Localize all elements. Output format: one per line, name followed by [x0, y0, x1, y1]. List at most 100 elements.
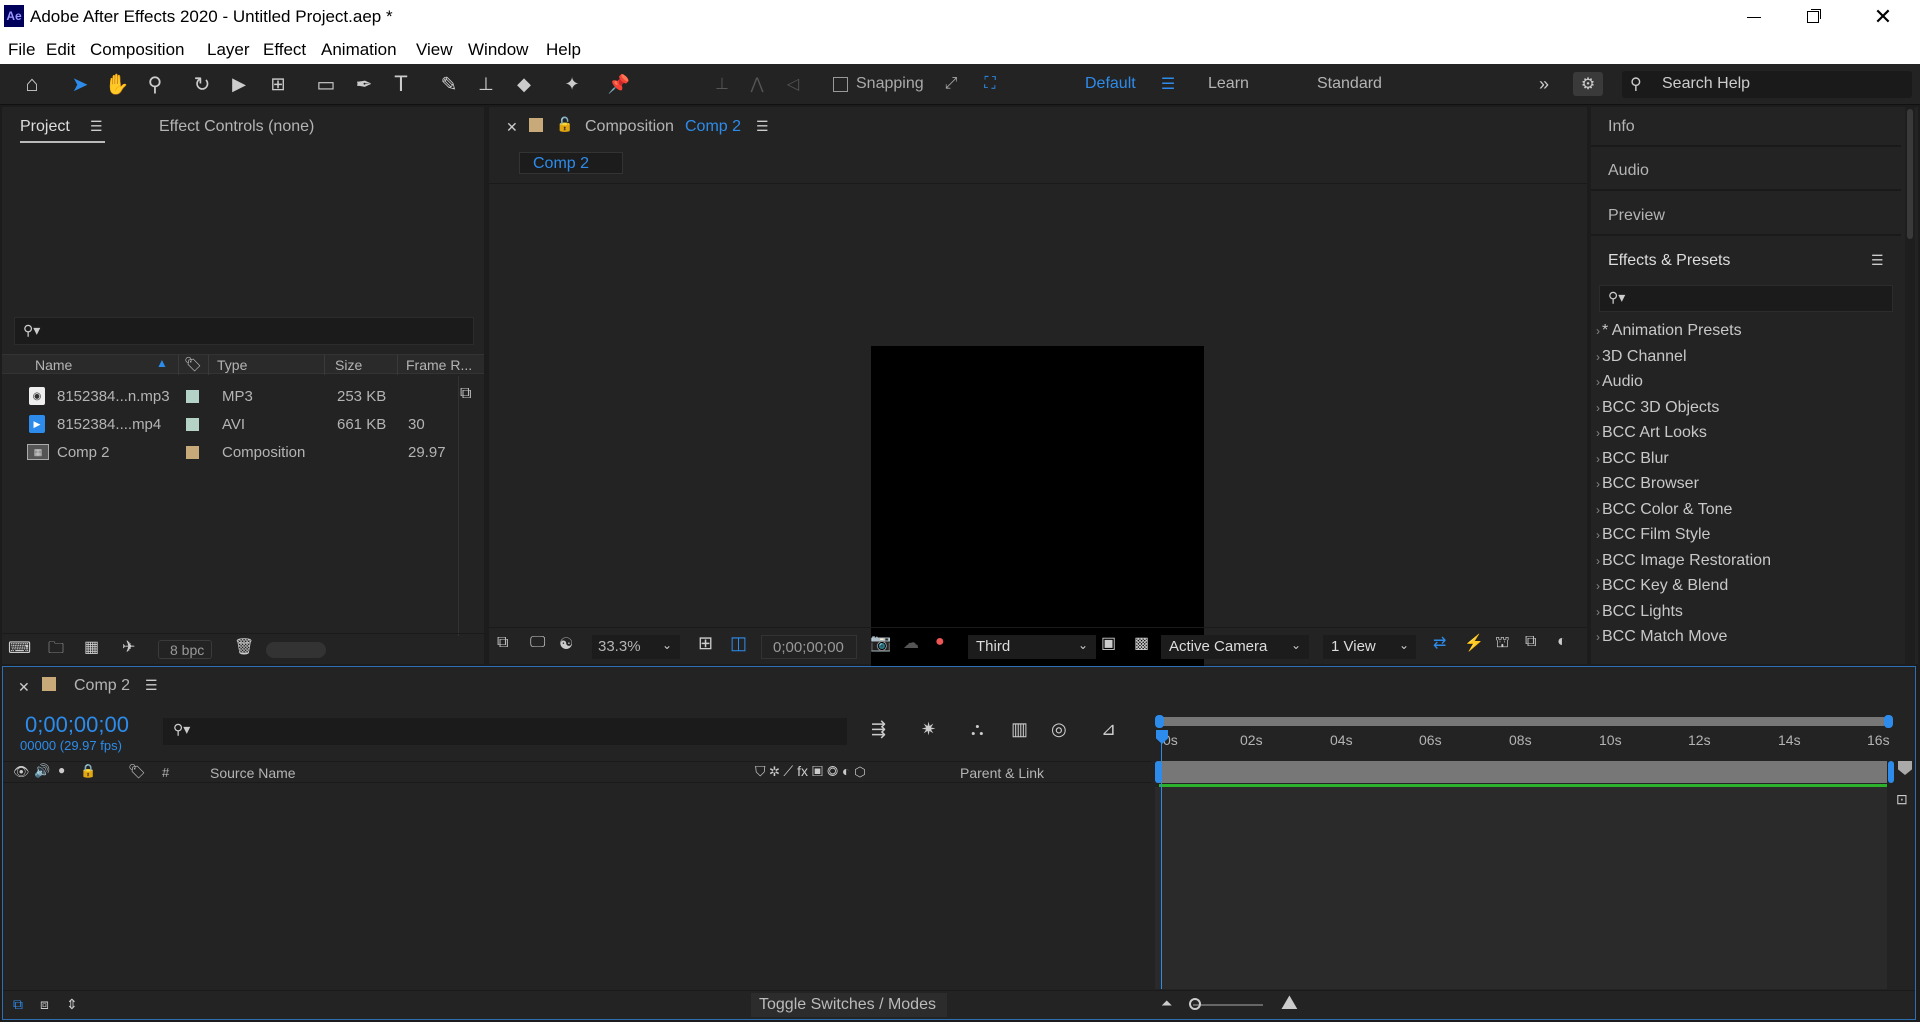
resolution-grid-icon[interactable]: ⊞ — [698, 633, 713, 654]
tab-project[interactable]: Project — [20, 118, 70, 136]
snap-feature-icon[interactable]: ⛶ — [976, 70, 1004, 98]
project-item-mp3[interactable]: ◉ 8152384...n.mp3 MP3 253 KB — [2, 384, 457, 410]
roto-brush-tool-icon[interactable]: ✦ — [558, 70, 586, 98]
views-dropdown[interactable]: 1 View ⌄ — [1323, 635, 1416, 659]
selection-tool-icon[interactable]: ➤ — [66, 70, 94, 98]
project-menu-icon[interactable]: ☰ — [90, 118, 103, 135]
more-workspaces-icon[interactable]: » — [1532, 70, 1556, 98]
effects-search-input[interactable]: ⚲▾ — [1599, 285, 1893, 312]
flowchart-view-icon[interactable]: ⧉ — [1525, 633, 1536, 651]
column-source-name[interactable]: Source Name — [210, 765, 296, 781]
menu-edit[interactable]: Edit — [46, 40, 75, 60]
workspace-menu-icon[interactable]: ☰ — [1158, 72, 1178, 96]
solo-icon[interactable]: ● — [58, 763, 65, 777]
interpret-footage-icon[interactable]: ⌨ — [8, 638, 31, 658]
effects-item[interactable]: BCC Key & Blend — [1602, 577, 1728, 595]
effects-item[interactable]: BCC Match Move — [1602, 628, 1727, 646]
effects-item[interactable]: Audio — [1602, 373, 1643, 391]
local-axis-icon[interactable]: ⊥ — [708, 70, 736, 98]
menu-window[interactable]: Window — [468, 40, 528, 60]
search-help-field[interactable]: ⚲ Search Help — [1622, 71, 1912, 98]
work-area-bar[interactable] — [1159, 717, 1887, 726]
effects-item[interactable]: BCC Image Restoration — [1602, 552, 1771, 570]
lock-icon[interactable]: 🔓 — [556, 116, 573, 133]
project-item-mp4[interactable]: ▶ 8152384....mp4 AVI 661 KB 30 — [2, 412, 457, 438]
zoom-out-icon[interactable]: ⏶ — [1161, 995, 1172, 1012]
menu-animation[interactable]: Animation — [321, 40, 397, 60]
draft-3d-icon[interactable]: ✷ — [921, 719, 936, 740]
column-name[interactable]: Name — [35, 357, 72, 373]
switches-icons[interactable]: ⛉ ✲ ⟋ fx ▣ ◎ ◐ ⬡ — [755, 763, 866, 780]
column-type[interactable]: Type — [217, 357, 247, 373]
hand-tool-icon[interactable]: ✋ — [103, 70, 131, 98]
thumbnail-slider[interactable] — [266, 642, 326, 658]
restore-button[interactable] — [1785, 0, 1841, 34]
channel-icon[interactable]: ● — [935, 633, 945, 651]
sync-settings-icon[interactable]: ⚙ — [1573, 72, 1603, 96]
transparency-grid-icon[interactable]: ▩ — [1134, 633, 1149, 653]
timeline-icon[interactable]: ⛫ — [1495, 633, 1510, 653]
frame-blending-icon[interactable]: ▥ — [1011, 719, 1028, 740]
label-swatch[interactable] — [186, 390, 199, 403]
resolution-dropdown[interactable]: Third ⌄ — [968, 635, 1096, 659]
zoom-in-icon[interactable]: ⛰ — [1281, 992, 1298, 1015]
effects-item[interactable]: BCC Color & Tone — [1602, 501, 1732, 519]
transfer-controls-icon[interactable]: ⧈ — [40, 996, 49, 1013]
graph-editor-icon[interactable]: ⊿ — [1101, 719, 1116, 740]
scroll-thumb[interactable] — [1907, 109, 1913, 239]
close-timeline-tab-icon[interactable]: ✕ — [18, 679, 30, 696]
audio-icon[interactable]: 🔊 — [34, 763, 50, 779]
info-header[interactable]: Info — [1591, 107, 1901, 147]
reset-exposure-icon[interactable]: ◐ — [1557, 633, 1567, 651]
menu-effect[interactable]: Effect — [263, 40, 306, 60]
new-composition-icon[interactable]: ▦ — [84, 637, 99, 657]
comp-button-icon[interactable]: ⊡ — [1896, 791, 1908, 808]
close-window-button[interactable]: ✕ — [1855, 0, 1911, 34]
flowchart-icon[interactable]: ⧉ — [460, 385, 471, 403]
brush-tool-icon[interactable]: ✎ — [435, 70, 463, 98]
label-column-icon[interactable]: 🏷 — [184, 356, 202, 373]
project-search-input[interactable]: ⚲▾ — [14, 317, 474, 345]
effects-item[interactable]: BCC Blur — [1602, 450, 1669, 468]
snap-options-icon[interactable]: ⤢ — [937, 70, 965, 98]
zoom-dropdown[interactable]: 33.3% ⌄ — [592, 635, 680, 659]
effects-item[interactable]: 3D Channel — [1602, 348, 1687, 366]
in-out-panes-icon[interactable]: ⇕ — [66, 996, 78, 1013]
zoom-slider-thumb[interactable] — [1189, 998, 1201, 1010]
rectangle-tool-icon[interactable]: ▭ — [312, 70, 340, 98]
effects-item[interactable]: BCC Art Looks — [1602, 424, 1707, 442]
bar-end-handle[interactable] — [1888, 761, 1894, 783]
snapshot-icon[interactable]: 📷 — [870, 633, 891, 653]
project-list-scrollbar[interactable] — [458, 376, 459, 636]
workspace-default[interactable]: Default — [1085, 75, 1136, 93]
lock-column-icon[interactable]: 🔒 — [80, 763, 96, 779]
always-preview-icon[interactable]: ⧉ — [497, 634, 508, 652]
comp-marker-icon[interactable] — [1898, 761, 1912, 775]
comp-tab-name[interactable]: Comp 2 — [685, 118, 741, 136]
comp-menu-icon[interactable]: ☰ — [756, 118, 769, 135]
tab-effect-controls[interactable]: Effect Controls (none) — [159, 118, 314, 136]
motion-blur-icon[interactable]: ◎ — [1051, 719, 1067, 740]
workspace-standard[interactable]: Standard — [1317, 75, 1382, 93]
layer-switches-icon[interactable]: ⧉ — [13, 996, 23, 1013]
view-axis-icon[interactable]: ◁ — [779, 70, 807, 98]
minimize-button[interactable] — [1726, 0, 1782, 34]
camera-tool-icon[interactable]: ▶ — [225, 70, 253, 98]
puppet-tool-icon[interactable]: 📌 — [605, 70, 633, 98]
composition-flowchart-icon[interactable]: ⇶ — [871, 719, 886, 740]
snapping-checkbox[interactable] — [833, 77, 848, 92]
show-snapshot-icon[interactable]: ☁ — [903, 633, 919, 653]
effects-menu-icon[interactable]: ☰ — [1871, 252, 1884, 269]
layer-area[interactable] — [1155, 787, 1887, 989]
menu-composition[interactable]: Composition — [90, 40, 185, 60]
pan-behind-tool-icon[interactable]: ⊞ — [264, 70, 292, 98]
eraser-tool-icon[interactable]: ◆ — [510, 70, 538, 98]
menu-layer[interactable]: Layer — [207, 40, 250, 60]
camera-dropdown[interactable]: Active Camera ⌄ — [1161, 635, 1309, 659]
type-tool-icon[interactable]: T — [387, 70, 415, 98]
bpc-button[interactable]: 8 bpc — [158, 640, 212, 659]
display-icon[interactable]: 🖵 — [530, 634, 545, 652]
timeline-tab-name[interactable]: Comp 2 — [74, 677, 130, 695]
home-icon[interactable]: ⌂ — [18, 70, 46, 98]
effects-presets-header[interactable]: Effects & Presets ☰ — [1591, 241, 1901, 279]
